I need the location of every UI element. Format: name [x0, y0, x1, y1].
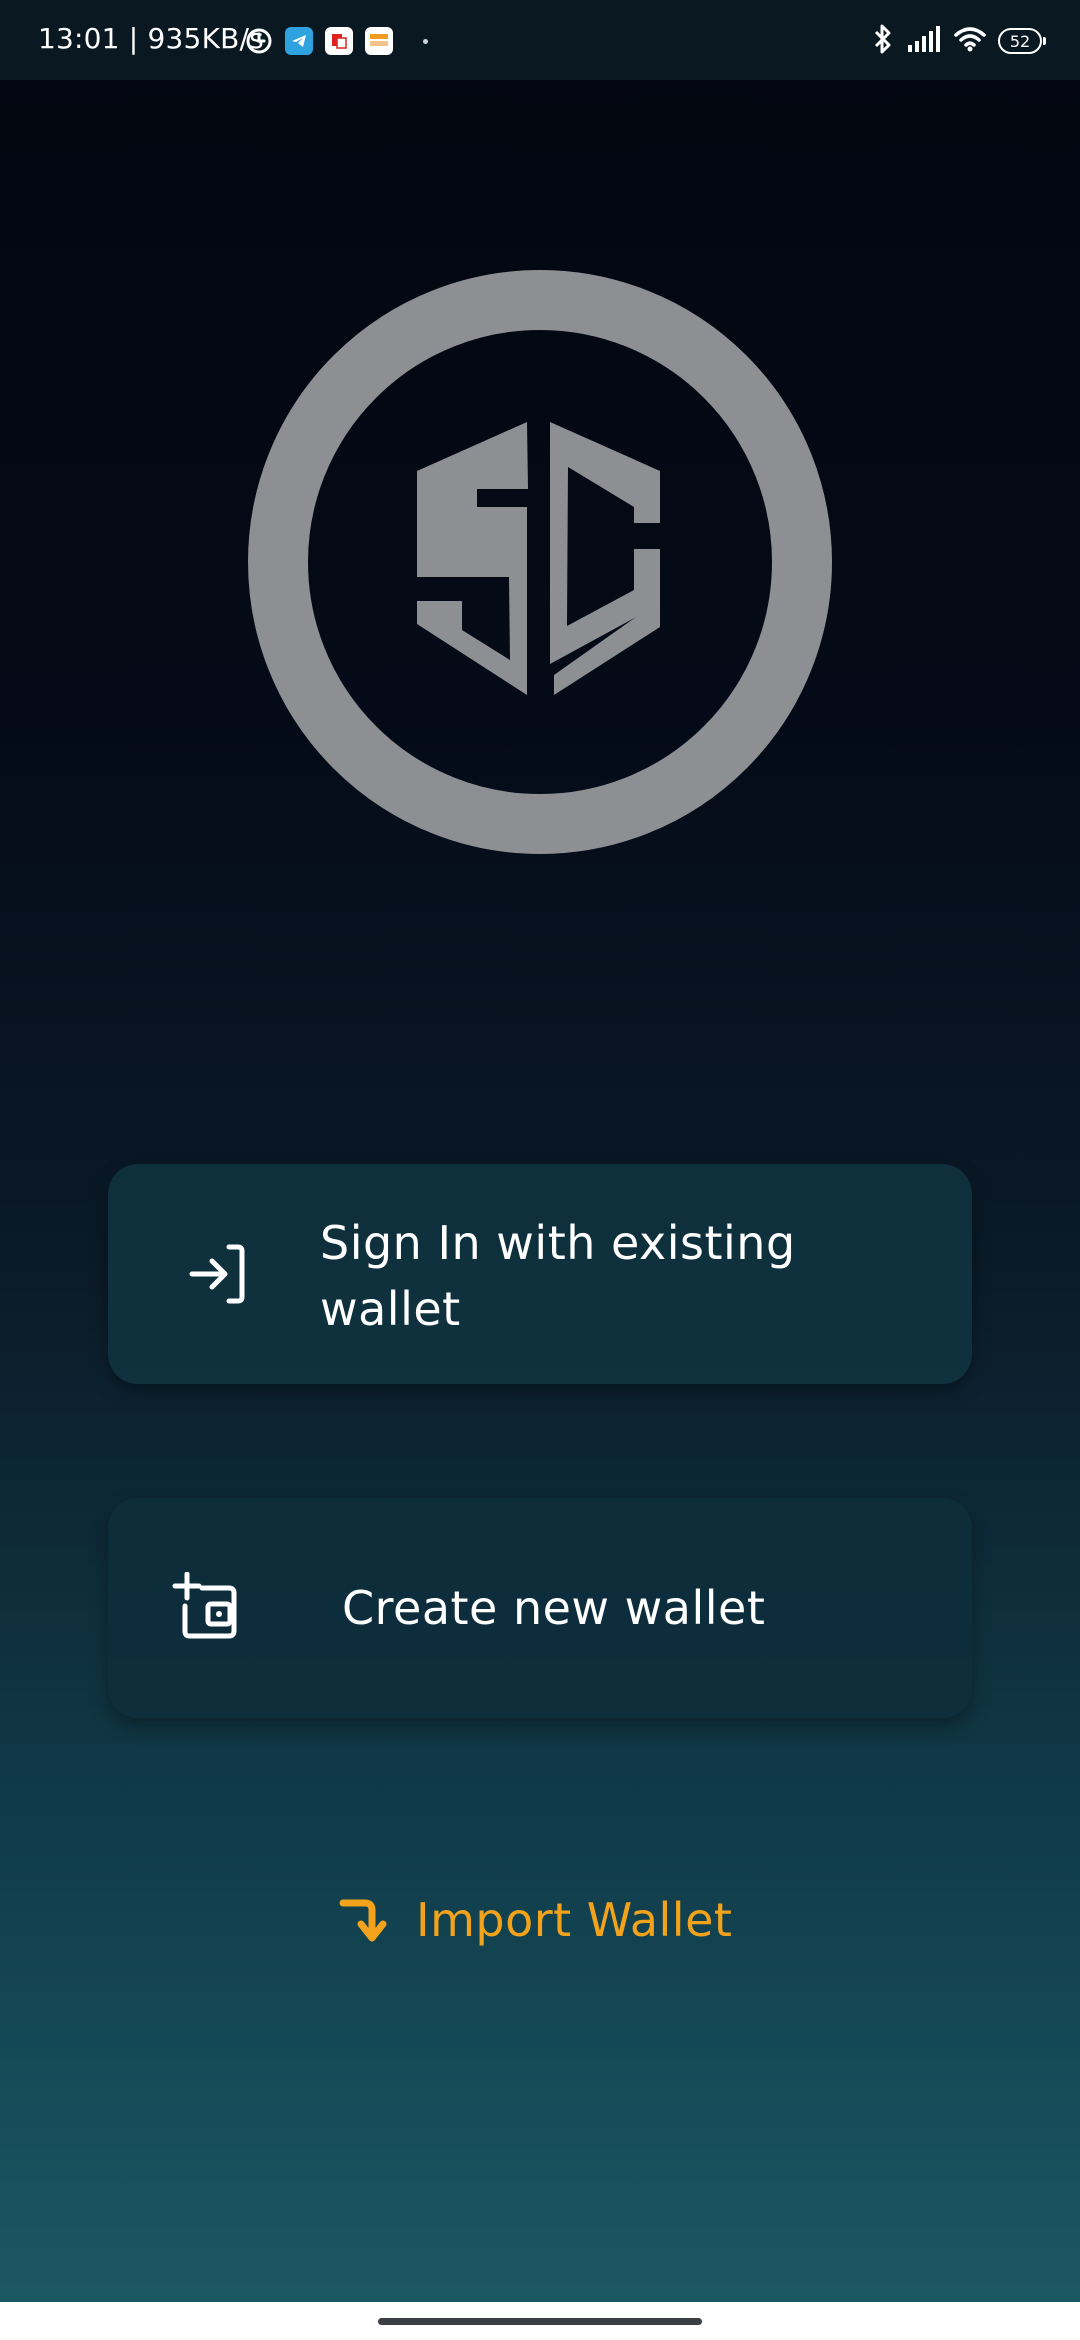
battery-level: 52	[1009, 31, 1031, 51]
home-indicator[interactable]	[378, 2318, 702, 2325]
status-time: 13:01 | 935KB/s	[38, 22, 264, 55]
login-arrow-icon	[189, 1244, 245, 1304]
signal-icon	[908, 26, 942, 56]
logo-letter-s	[417, 422, 528, 695]
create-new-wallet-button[interactable]: Create new wallet	[108, 1498, 972, 1718]
wifi-icon	[954, 26, 986, 56]
bluetooth-icon	[870, 23, 896, 59]
add-wallet-icon	[172, 1572, 237, 1639]
import-wallet-link[interactable]: Import Wallet	[338, 1885, 732, 1955]
battery-icon: 52	[998, 28, 1046, 54]
more-notifications-dot	[423, 38, 428, 44]
create-wallet-label: Create new wallet	[342, 1581, 766, 1635]
import-wallet-label: Import Wallet	[416, 1893, 733, 1947]
news-app-icon	[325, 27, 353, 55]
sign-in-label: Sign In with existing wallet	[320, 1216, 796, 1336]
telegram-icon	[285, 27, 313, 55]
shopping-app-icon	[365, 27, 393, 55]
notification-icons	[245, 26, 428, 56]
sign-in-existing-wallet-button[interactable]: Sign In with existing wallet	[108, 1164, 972, 1384]
system-status: 52	[870, 23, 1046, 59]
alarm-icon	[245, 27, 273, 55]
sc-logo	[248, 270, 832, 854]
arrow-down-curve-icon	[339, 1899, 387, 1942]
status-bar: 13:01 | 935KB/s 52	[0, 0, 1080, 80]
